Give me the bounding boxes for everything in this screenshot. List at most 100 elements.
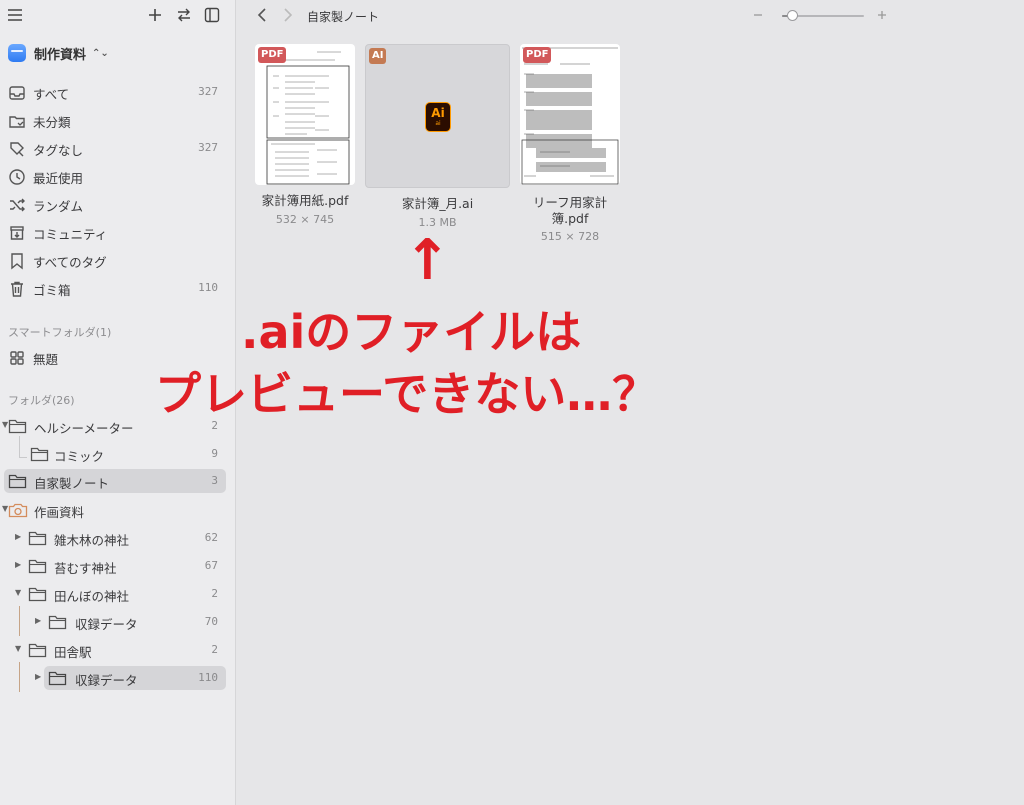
caret-down-icon[interactable]: ▼	[15, 644, 21, 653]
folder-count: 62	[204, 531, 218, 544]
sidebar-toggle-icon[interactable]	[203, 6, 221, 24]
file-type-badge: PDF	[258, 47, 287, 63]
swap-icon[interactable]	[175, 6, 193, 24]
nav-item-trash[interactable]: ゴミ箱 110	[0, 274, 236, 302]
folder-row[interactable]: ▶ 収録データ 70	[0, 610, 236, 634]
folder-icon	[8, 473, 28, 489]
zoom-in-icon[interactable]	[874, 7, 890, 23]
folder-count: 3	[211, 474, 218, 487]
folder-open-icon	[28, 642, 48, 658]
file-type-badge: AI	[369, 48, 387, 64]
folder-label: 雑木林の神社	[54, 533, 130, 548]
nav-item-untagged[interactable]: タグなし 327	[0, 134, 236, 162]
nav-label: ゴミ箱	[33, 283, 71, 298]
file-thumbnail[interactable]: PDF	[520, 44, 620, 185]
forward-icon[interactable]	[279, 6, 297, 24]
file-name-line1: リーフ用家計	[532, 195, 608, 210]
caret-right-icon[interactable]: ▶	[35, 672, 41, 681]
nav-item-all[interactable]: すべて 327	[0, 78, 236, 106]
clock-icon	[8, 168, 26, 186]
folder-row[interactable]: ▶ 雑木林の神社 62	[0, 526, 236, 550]
file-thumbnail[interactable]: PDF	[255, 44, 355, 185]
folder-icon	[48, 670, 68, 686]
zoom-slider-handle[interactable]	[786, 10, 798, 21]
folder-label: 自家製ノート	[34, 476, 110, 491]
inbox-icon	[8, 84, 26, 102]
folder-row-selected[interactable]: 自家製ノート 3	[4, 469, 226, 493]
nav-item-random[interactable]: ランダム	[0, 190, 236, 218]
folder-count: 70	[204, 615, 218, 628]
pdf-page-preview	[266, 51, 350, 185]
community-icon	[8, 224, 26, 242]
folder-row[interactable]: ▼ 田んぼの神社 2	[0, 582, 236, 606]
folder-label: 収録データ	[75, 617, 138, 632]
sidebar-toolbar	[0, 0, 236, 32]
folder-icon	[48, 614, 68, 630]
nav-label: すべて	[33, 87, 70, 102]
nav-item-community[interactable]: コミュニティ	[0, 218, 236, 246]
folder-row[interactable]: ▶ 苔むす神社 67	[0, 554, 236, 578]
folder-icon	[28, 530, 48, 546]
folder-count: 67	[204, 559, 218, 572]
folder-label: ヘルシーメーター	[34, 421, 134, 436]
file-name-line2: 簿.pdf	[551, 211, 589, 226]
file-dimensions: 532 × 745	[275, 213, 335, 226]
nav-item-unsorted[interactable]: 未分類	[0, 106, 236, 134]
file-name: 家計簿_月.ai	[401, 196, 474, 211]
folder-icon	[30, 446, 50, 462]
add-icon[interactable]	[146, 6, 164, 24]
caret-right-icon[interactable]: ▶	[15, 532, 21, 541]
nav-label: 無題	[33, 352, 59, 367]
folder-row-highlighted[interactable]: ▶ 収録データ 110	[35, 666, 226, 690]
camera-folder-icon	[8, 502, 28, 518]
back-icon[interactable]	[253, 6, 271, 24]
folder-row[interactable]: コミック 9	[0, 442, 236, 466]
tree-line	[19, 662, 20, 692]
grid-icon	[8, 349, 26, 367]
caret-right-icon[interactable]: ▶	[15, 560, 21, 569]
breadcrumb[interactable]: 自家製ノート	[307, 8, 379, 25]
nav-item-all-tags[interactable]: すべてのタグ	[0, 246, 236, 274]
library-icon	[8, 44, 26, 62]
file-dimensions: 515 × 728	[540, 230, 600, 243]
folder-label: コミック	[54, 449, 105, 464]
folder-open-icon	[8, 418, 28, 434]
zoom-out-icon[interactable]	[750, 7, 766, 23]
caret-right-icon[interactable]: ▶	[35, 616, 41, 625]
file-thumbnail[interactable]: AI Ai ai	[365, 44, 510, 188]
bookmark-icon	[8, 252, 26, 270]
folder-count: 9	[211, 447, 218, 460]
file-name: リーフ用家計 簿.pdf	[500, 195, 640, 227]
file-type-badge: PDF	[523, 47, 552, 63]
zoom-slider[interactable]	[782, 10, 864, 21]
folder-label: 作画資料	[34, 505, 85, 520]
nav-label: 最近使用	[33, 171, 84, 186]
shuffle-icon	[8, 196, 26, 214]
trash-icon	[8, 280, 26, 298]
nav-count: 327	[198, 141, 218, 154]
folder-label: 田舎駅	[54, 645, 92, 660]
folder-label: 収録データ	[75, 673, 138, 688]
illustrator-app-icon: Ai ai	[425, 102, 451, 132]
folder-row[interactable]: ▼ 作画資料	[0, 498, 236, 522]
menu-icon[interactable]	[6, 6, 24, 24]
nav-count: 327	[198, 85, 218, 98]
folders-section-title: フォルダ(26)	[8, 394, 75, 407]
ai-icon-text: Ai	[431, 106, 445, 120]
nav-count: 110	[198, 281, 218, 294]
nav-label: タグなし	[33, 143, 84, 158]
untagged-icon	[8, 140, 26, 158]
annotation-line-2: プレビューできない…？	[155, 367, 659, 421]
annotation-line-1: .aiのファイルは	[241, 305, 582, 359]
pdf-page-preview	[521, 47, 619, 185]
folder-count: 2	[211, 587, 218, 600]
library-switcher[interactable]: 制作資料 ⌃⌄	[8, 42, 109, 64]
chevron-updown-icon: ⌃⌄	[92, 47, 109, 59]
nav-item-recent[interactable]: 最近使用	[0, 162, 236, 190]
library-name: 制作資料	[34, 47, 87, 63]
caret-down-icon[interactable]: ▼	[15, 588, 21, 597]
folder-row[interactable]: ▼ 田舎駅 2	[0, 638, 236, 662]
folder-count: 110	[198, 671, 218, 684]
folder-label: 苔むす神社	[54, 561, 117, 576]
file-name: 家計簿用紙.pdf	[261, 193, 349, 208]
